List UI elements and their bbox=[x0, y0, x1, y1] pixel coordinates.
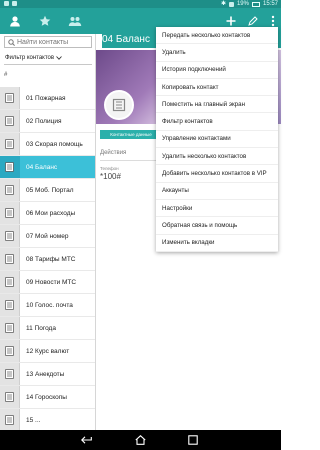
list-item[interactable]: 05 Моб. Портал bbox=[0, 179, 95, 202]
contact-list: 01 Пожарная 02 Полиция 03 Скорая помощь 04 … bbox=[0, 87, 95, 430]
list-item-label: 01 Пожарная bbox=[26, 94, 66, 102]
battery-percent: 19% bbox=[236, 0, 249, 7]
contact-card-icon bbox=[0, 110, 20, 132]
avatar[interactable] bbox=[104, 90, 134, 120]
menu-item[interactable]: Управление контактами bbox=[156, 131, 278, 149]
list-item[interactable]: 07 Мой номер bbox=[0, 225, 95, 248]
phone-label: Телефон bbox=[100, 166, 119, 171]
list-item-label: 10 Голос. почта bbox=[26, 301, 73, 309]
menu-item[interactable]: Обратная связь и помощь bbox=[156, 217, 278, 235]
home-button[interactable] bbox=[133, 434, 147, 446]
list-item[interactable]: 03 Скорая помощь bbox=[0, 133, 95, 156]
menu-item[interactable]: Копировать контакт bbox=[156, 79, 278, 97]
tab-favorites[interactable] bbox=[36, 12, 54, 30]
menu-item[interactable]: Удалить несколько контактов bbox=[156, 148, 278, 166]
contact-card-icon bbox=[0, 225, 20, 247]
phone-number[interactable]: *100# bbox=[100, 172, 121, 181]
list-item[interactable]: 14 Гороскопы bbox=[0, 386, 95, 409]
list-item[interactable]: 06 Мои расходы bbox=[0, 202, 95, 225]
list-item-label: 06 Мои расходы bbox=[26, 209, 76, 217]
contact-card-icon bbox=[0, 133, 20, 155]
menu-item[interactable]: История подключений bbox=[156, 62, 278, 79]
contact-card-icon bbox=[0, 409, 20, 430]
contact-card-icon bbox=[0, 340, 20, 362]
list-item-label: 05 Моб. Портал bbox=[26, 186, 74, 194]
list-item[interactable]: 04 Баланс bbox=[0, 156, 95, 179]
list-item[interactable]: 15 ... bbox=[0, 409, 95, 430]
list-item-label: 02 Полиция bbox=[26, 117, 62, 125]
list-item[interactable]: 10 Голос. почта bbox=[0, 294, 95, 317]
menu-item[interactable]: Аккаунты bbox=[156, 183, 278, 200]
contact-card-icon bbox=[0, 271, 20, 293]
actions-section-label: Действия bbox=[100, 150, 127, 156]
contact-card-icon bbox=[0, 87, 20, 109]
contact-card-icon bbox=[0, 202, 20, 224]
list-item-label: 04 Баланс bbox=[26, 163, 58, 171]
home-icon bbox=[134, 435, 146, 445]
contact-data-button[interactable]: Контактные данные bbox=[100, 130, 162, 139]
list-item[interactable]: 12 Курс валют bbox=[0, 340, 95, 363]
back-icon bbox=[81, 436, 92, 444]
edit-icon bbox=[248, 16, 258, 26]
list-item[interactable]: 09 Новости МТС bbox=[0, 271, 95, 294]
list-item[interactable]: 11 Погода bbox=[0, 317, 95, 340]
list-item-label: 09 Новости МТС bbox=[26, 278, 77, 286]
list-item-label: 15 ... bbox=[26, 416, 41, 424]
contact-card-icon bbox=[0, 248, 20, 270]
menu-item[interactable]: Удалить bbox=[156, 44, 278, 62]
list-item[interactable]: 02 Полиция bbox=[0, 110, 95, 133]
notification-icon bbox=[12, 1, 17, 6]
divider bbox=[4, 64, 92, 65]
group-icon bbox=[68, 17, 82, 26]
list-item-label: 03 Скорая помощь bbox=[26, 140, 83, 148]
contact-card-icon bbox=[0, 156, 20, 178]
tab-groups[interactable] bbox=[66, 12, 84, 30]
recents-icon bbox=[188, 435, 198, 445]
list-item-label: 08 Тарифы МТС bbox=[26, 255, 76, 263]
overflow-menu: Передать несколько контактов Удалить Истор… bbox=[156, 27, 278, 252]
person-icon bbox=[10, 16, 20, 27]
contact-card-icon bbox=[0, 317, 20, 339]
contact-card-icon bbox=[112, 98, 126, 112]
recents-button[interactable] bbox=[186, 434, 200, 446]
menu-item[interactable]: Поместить на главный экран bbox=[156, 96, 278, 114]
list-item-label: 12 Курс валют bbox=[26, 347, 70, 355]
clock: 15:57 bbox=[262, 0, 278, 7]
add-icon bbox=[226, 16, 236, 26]
menu-item[interactable]: Настройки bbox=[156, 200, 278, 218]
contact-card-icon bbox=[0, 386, 20, 408]
menu-item[interactable]: Добавить несколько контактов в VIP bbox=[156, 165, 278, 183]
index-letter: # bbox=[4, 72, 8, 78]
star-icon bbox=[39, 15, 51, 26]
list-item-label: 14 Гороскопы bbox=[26, 393, 67, 401]
notification-icon bbox=[4, 1, 9, 6]
filter-dropdown[interactable]: Фильтр контактов bbox=[5, 55, 62, 61]
contact-card-icon bbox=[0, 179, 20, 201]
list-item-label: 13 Анекдоты bbox=[26, 370, 65, 378]
contacts-pane: Фильтр контактов # 01 Пожарная 02 Полиция… bbox=[0, 34, 96, 430]
menu-item[interactable]: Изменить вкладки bbox=[156, 235, 278, 252]
menu-item[interactable]: Фильтр контактов bbox=[156, 113, 278, 131]
filter-label: Фильтр контактов bbox=[5, 55, 55, 61]
list-item[interactable]: 13 Анекдоты bbox=[0, 363, 95, 386]
list-item[interactable]: 01 Пожарная bbox=[0, 87, 95, 110]
list-item[interactable]: 08 Тарифы МТС bbox=[0, 248, 95, 271]
navigation-bar bbox=[0, 430, 281, 450]
back-button[interactable] bbox=[80, 434, 94, 446]
search-input[interactable] bbox=[17, 38, 87, 46]
contact-card-icon bbox=[0, 294, 20, 316]
search-box[interactable] bbox=[4, 36, 92, 48]
list-item-label: 07 Мой номер bbox=[26, 232, 69, 240]
battery-icon bbox=[251, 1, 260, 7]
search-icon bbox=[8, 38, 15, 46]
overflow-menu-icon bbox=[271, 15, 275, 27]
wifi-icon bbox=[228, 1, 234, 7]
list-item-label: 11 Погода bbox=[26, 324, 56, 332]
menu-item[interactable]: Передать несколько контактов bbox=[156, 27, 278, 45]
tab-contacts[interactable] bbox=[6, 12, 24, 30]
contact-card-icon bbox=[0, 363, 20, 385]
chevron-down-icon bbox=[56, 56, 62, 60]
bluetooth-icon: ✱ bbox=[220, 1, 226, 7]
status-bar: ✱ 19% 15:57 bbox=[0, 0, 281, 8]
